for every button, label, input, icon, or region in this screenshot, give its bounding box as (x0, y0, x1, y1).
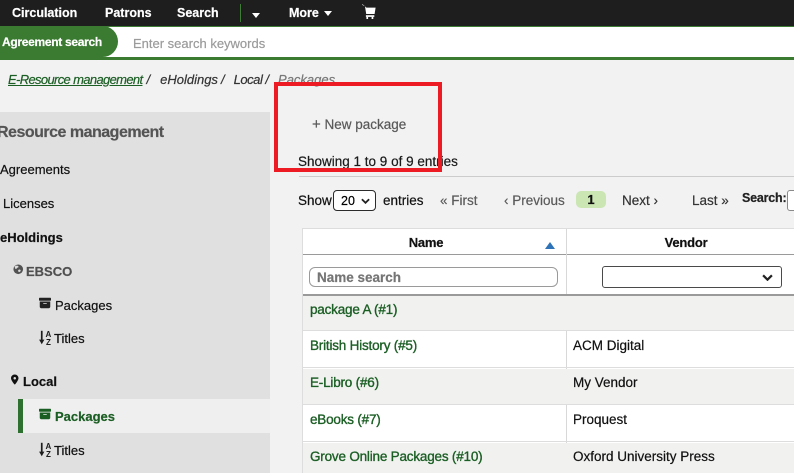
svg-text:Z: Z (46, 450, 51, 457)
svg-text:Z: Z (46, 338, 51, 345)
